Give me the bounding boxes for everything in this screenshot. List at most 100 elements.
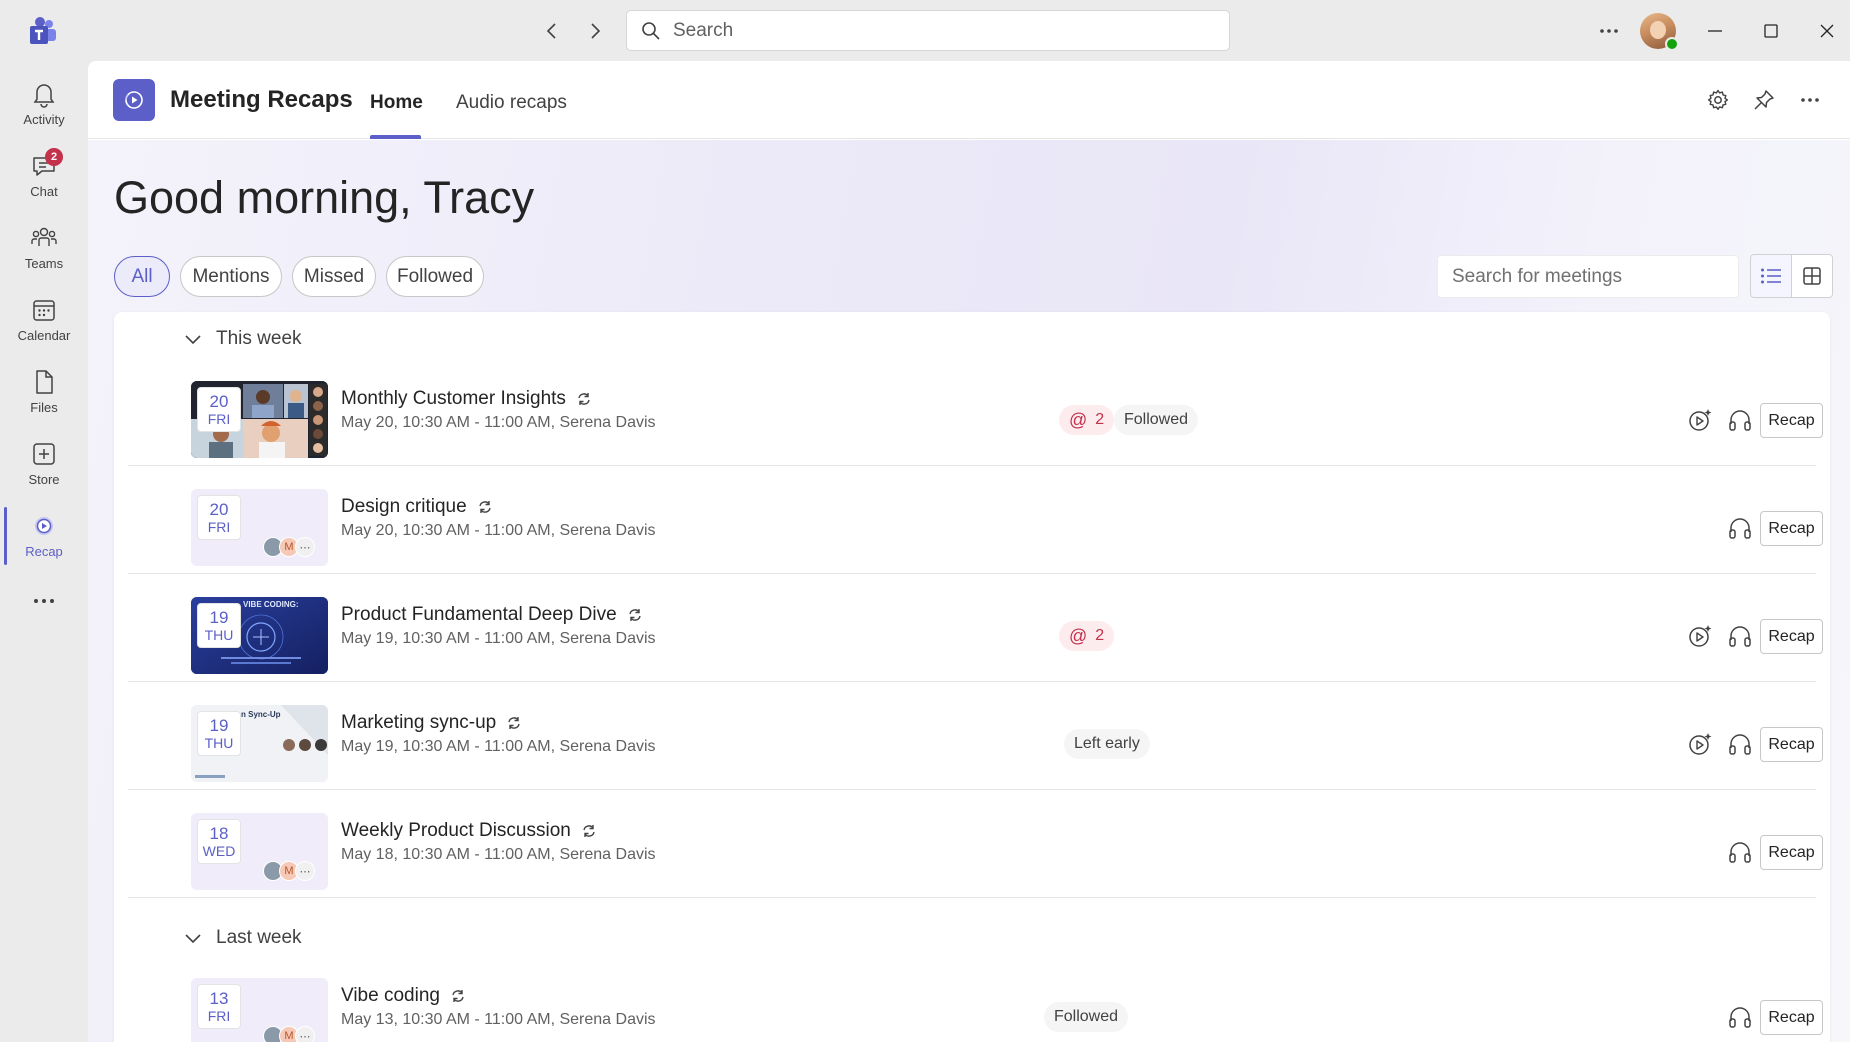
meeting-row[interactable]: 20 FRI M ⋯ Design critique May 20, 10:30…: [128, 466, 1823, 574]
tab-home[interactable]: Home: [370, 92, 423, 114]
minimize-icon: [1708, 30, 1722, 32]
meeting-title: Monthly Customer Insights: [341, 388, 592, 410]
close-button[interactable]: [1810, 14, 1844, 48]
app-rail: Activity 2 Chat Teams Calendar Files Sto…: [0, 61, 88, 1042]
minimize-button[interactable]: [1698, 14, 1732, 48]
meeting-row[interactable]: VIBE CODING: 19 THU Product Fundamental …: [128, 574, 1823, 682]
audio-recap-button[interactable]: [1725, 513, 1755, 543]
recap-button[interactable]: Recap: [1760, 835, 1823, 870]
recurring-icon: [581, 823, 597, 839]
recap-button[interactable]: Recap: [1760, 619, 1823, 654]
meeting-subtitle: May 13, 10:30 AM - 11:00 AM, Serena Davi…: [341, 1011, 656, 1028]
app-more-button[interactable]: [1795, 85, 1825, 115]
section-label: Last week: [216, 927, 302, 948]
rail-item-activity[interactable]: Activity: [0, 72, 88, 138]
meeting-row[interactable]: 20 FRI Monthly Customer Insights May 20,…: [128, 358, 1823, 466]
video-sparkle-icon: [1689, 733, 1712, 755]
list-view-toggle[interactable]: [1750, 254, 1792, 298]
headphones-icon: [1729, 734, 1751, 755]
video-recap-button[interactable]: [1685, 621, 1715, 651]
meeting-thumbnail: 20 FRI M ⋯: [191, 489, 328, 566]
filter-mentions[interactable]: Mentions: [180, 256, 282, 297]
pin-button[interactable]: [1749, 85, 1779, 115]
rail-item-files[interactable]: Files: [0, 360, 88, 426]
video-recap-button[interactable]: [1685, 405, 1715, 435]
teams-logo-icon: [26, 14, 60, 48]
date-badge: 20 FRI: [197, 387, 241, 432]
attendee-avatars: M ⋯: [263, 1026, 315, 1042]
global-search-input[interactable]: [673, 19, 1193, 42]
audio-recap-button[interactable]: [1725, 837, 1755, 867]
date-badge: 20 FRI: [197, 495, 241, 540]
forward-button[interactable]: [580, 16, 610, 46]
audio-recap-button[interactable]: [1725, 729, 1755, 759]
back-button[interactable]: [537, 16, 567, 46]
more-horizontal-icon: [34, 599, 54, 603]
recap-button[interactable]: Recap: [1760, 727, 1823, 762]
section-header-last-week[interactable]: Last week: [184, 923, 302, 953]
filter-followed[interactable]: Followed: [386, 256, 484, 297]
meeting-thumbnail: 18 WED M ⋯: [191, 813, 328, 890]
more-attendees-icon: ⋯: [295, 861, 315, 881]
meeting-title-text: Monthly Customer Insights: [341, 388, 566, 409]
video-sparkle-icon: [1689, 409, 1712, 431]
home-content: Good morning, Tracy All Mentions Missed …: [88, 140, 1850, 1042]
audio-recap-button[interactable]: [1725, 405, 1755, 435]
rail-item-teams[interactable]: Teams: [0, 216, 88, 282]
meeting-search-input[interactable]: [1452, 256, 1732, 297]
meeting-row[interactable]: 13 FRI M ⋯ Vibe coding May 13, 10:30 AM …: [128, 955, 1823, 1042]
status-badge: Followed: [1044, 1002, 1129, 1032]
chevron-left-icon: [546, 23, 556, 39]
meeting-subtitle: May 20, 10:30 AM - 11:00 AM, Serena Davi…: [341, 522, 656, 539]
thumb-banner-text: VIBE CODING:: [243, 600, 299, 609]
status-badge: Followed: [1114, 405, 1199, 435]
recap-button[interactable]: Recap: [1760, 403, 1823, 438]
recap-button[interactable]: Recap: [1760, 511, 1823, 546]
rail-label: Chat: [30, 184, 58, 199]
chat-badge: 2: [45, 148, 63, 166]
meeting-title-text: Weekly Product Discussion: [341, 820, 571, 841]
meeting-search[interactable]: [1437, 255, 1739, 298]
section-header-this-week[interactable]: This week: [184, 324, 302, 354]
rail-more-apps[interactable]: [0, 589, 88, 655]
rail-item-recap[interactable]: Recap: [0, 504, 88, 570]
recap-button[interactable]: Recap: [1760, 1000, 1823, 1035]
filter-missed[interactable]: Missed: [292, 256, 376, 297]
audio-recap-button[interactable]: [1725, 1002, 1755, 1032]
headphones-icon: [1729, 518, 1751, 539]
day-number: 20: [209, 500, 229, 519]
rail-item-store[interactable]: Store: [0, 432, 88, 498]
video-recap-button[interactable]: [1685, 729, 1715, 759]
meeting-row[interactable]: n Sync-Up 19 THU Marketing sync-up May 1…: [128, 682, 1823, 790]
more-options-button[interactable]: [1594, 16, 1624, 46]
filter-all[interactable]: All: [114, 256, 170, 297]
attendee-avatars: M ⋯: [263, 537, 315, 557]
close-icon: [1820, 24, 1834, 38]
date-badge: 19 THU: [197, 711, 241, 756]
grid-view-toggle[interactable]: [1791, 254, 1833, 298]
title-bar: [0, 0, 1850, 61]
global-search[interactable]: [626, 10, 1230, 51]
settings-button[interactable]: [1703, 85, 1733, 115]
day-number: 19: [209, 716, 229, 735]
more-attendees-icon: ⋯: [295, 1026, 315, 1042]
maximize-button[interactable]: [1754, 14, 1788, 48]
date-badge: 19 THU: [197, 603, 241, 648]
recurring-icon: [450, 988, 466, 1004]
meeting-row[interactable]: 18 WED M ⋯ Weekly Product Discussion May…: [128, 790, 1823, 898]
rail-label: Recap: [25, 544, 63, 559]
day-name: THU: [204, 735, 234, 751]
audio-recap-button[interactable]: [1725, 621, 1755, 651]
app-logo-icon: [113, 79, 155, 121]
recurring-icon: [627, 607, 643, 623]
rail-item-chat[interactable]: 2 Chat: [0, 144, 88, 210]
user-avatar[interactable]: [1640, 13, 1679, 51]
tab-active-indicator: [370, 135, 421, 139]
headphones-icon: [1729, 1007, 1751, 1028]
tab-audio-recaps[interactable]: Audio recaps: [456, 92, 567, 114]
day-number: 18: [209, 824, 229, 843]
chevron-down-icon: [185, 934, 201, 944]
meeting-thumbnail: 13 FRI M ⋯: [191, 978, 328, 1042]
attendee-avatars: M ⋯: [263, 861, 315, 881]
rail-item-calendar[interactable]: Calendar: [0, 288, 88, 354]
